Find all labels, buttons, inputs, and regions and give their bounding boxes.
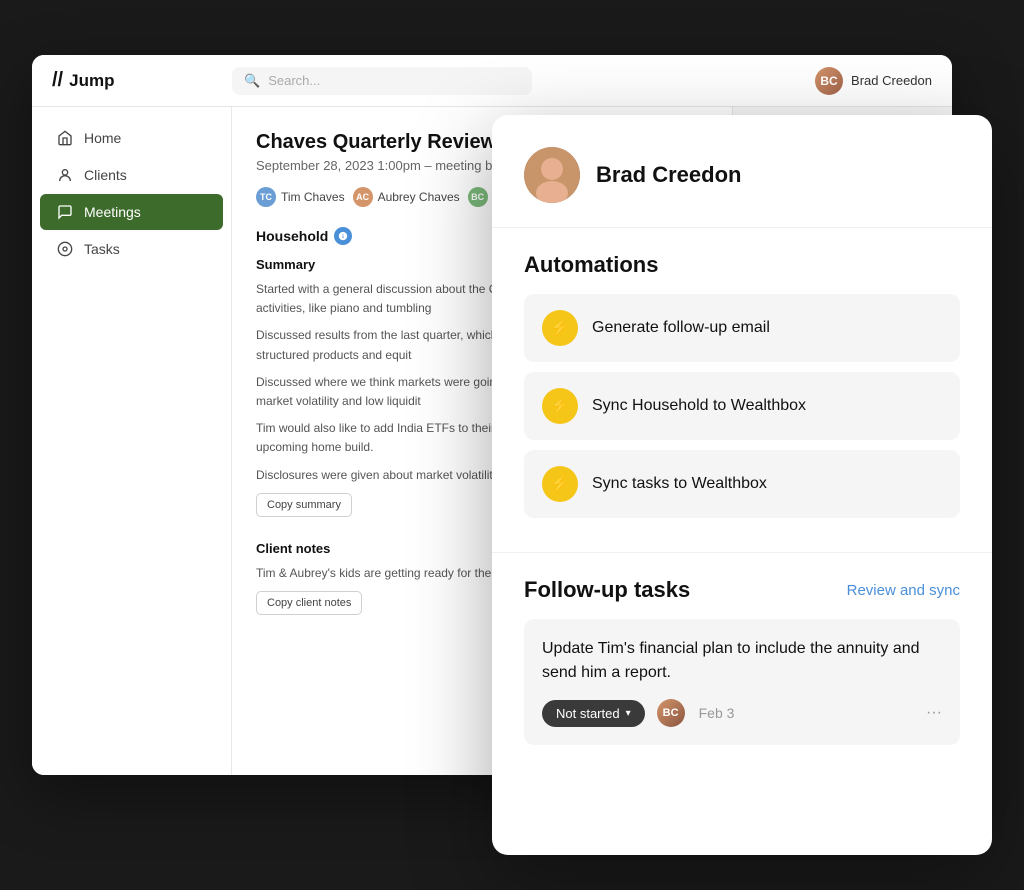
user-name-label: Brad Creedon	[851, 73, 932, 88]
clients-label: Clients	[84, 167, 127, 183]
followup-header: Follow-up tasks Review and sync	[524, 577, 960, 603]
sidebar-item-meetings[interactable]: Meetings	[40, 194, 223, 230]
status-badge[interactable]: Not started ▾	[542, 700, 645, 727]
automation-label-email: Generate follow-up email	[592, 319, 770, 337]
tasks-label: Tasks	[84, 241, 120, 257]
lightning-icon-household: ⚡	[542, 388, 578, 424]
tasks-icon	[56, 240, 74, 258]
attendee-name-aubrey: Aubrey Chaves	[378, 190, 460, 204]
task-footer: Not started ▾ BC Feb 3 ···	[542, 699, 942, 727]
clients-icon	[56, 166, 74, 184]
task-card: Update Tim's financial plan to include t…	[524, 619, 960, 745]
profile-section: Brad Creedon	[492, 115, 992, 228]
search-placeholder: Search...	[268, 73, 320, 88]
avatar: BC	[815, 67, 843, 95]
followup-section: Follow-up tasks Review and sync Update T…	[492, 553, 992, 855]
sidebar-item-home[interactable]: Home	[40, 120, 223, 156]
app-logo: // Jump	[52, 69, 212, 92]
task-more-options[interactable]: ···	[926, 704, 942, 722]
status-label: Not started	[556, 706, 620, 721]
automation-card-email[interactable]: ⚡ Generate follow-up email	[524, 294, 960, 362]
meetings-icon	[56, 203, 74, 221]
attendee-avatar-aubrey: AC	[353, 187, 373, 207]
attendee-avatar-tim: TC	[256, 187, 276, 207]
home-icon	[56, 129, 74, 147]
automation-card-tasks[interactable]: ⚡ Sync tasks to Wealthbox	[524, 450, 960, 518]
meetings-label: Meetings	[84, 204, 141, 220]
automation-label-household: Sync Household to Wealthbox	[592, 397, 806, 415]
user-section: BC Brad Creedon	[815, 67, 932, 95]
review-sync-link[interactable]: Review and sync	[847, 582, 960, 599]
household-text: Household	[256, 228, 328, 244]
copy-summary-button[interactable]: Copy summary	[256, 493, 352, 517]
attendee-aubrey: AC Aubrey Chaves	[353, 187, 460, 207]
task-text: Update Tim's financial plan to include t…	[542, 637, 942, 685]
sidebar: Home Clients Meetings	[32, 107, 232, 775]
search-icon: 🔍	[244, 73, 260, 89]
logo-icon: //	[52, 69, 63, 92]
followup-title: Follow-up tasks	[524, 577, 690, 603]
attendee-name-tim: Tim Chaves	[281, 190, 345, 204]
household-badge	[334, 227, 352, 245]
automation-card-household[interactable]: ⚡ Sync Household to Wealthbox	[524, 372, 960, 440]
search-bar[interactable]: 🔍 Search...	[232, 67, 532, 95]
overlay-panel: Brad Creedon Automations ⚡ Generate foll…	[492, 115, 992, 855]
overlay-automations: Automations ⚡ Generate follow-up email ⚡…	[492, 228, 992, 553]
lightning-icon-tasks: ⚡	[542, 466, 578, 502]
overlay-automations-title: Automations	[524, 252, 960, 278]
sidebar-item-clients[interactable]: Clients	[40, 157, 223, 193]
attendee-avatar-brad: BC	[468, 187, 488, 207]
home-label: Home	[84, 130, 121, 146]
attendee-tim: TC Tim Chaves	[256, 187, 345, 207]
profile-name: Brad Creedon	[596, 162, 741, 188]
logo-text: Jump	[69, 71, 114, 91]
sidebar-item-tasks[interactable]: Tasks	[40, 231, 223, 267]
lightning-icon-email: ⚡	[542, 310, 578, 346]
task-date: Feb 3	[699, 705, 735, 721]
task-assignee-avatar: BC	[657, 699, 685, 727]
chevron-down-icon: ▾	[626, 708, 631, 719]
automation-label-tasks: Sync tasks to Wealthbox	[592, 475, 767, 493]
profile-avatar	[524, 147, 580, 203]
copy-client-notes-button[interactable]: Copy client notes	[256, 591, 362, 615]
